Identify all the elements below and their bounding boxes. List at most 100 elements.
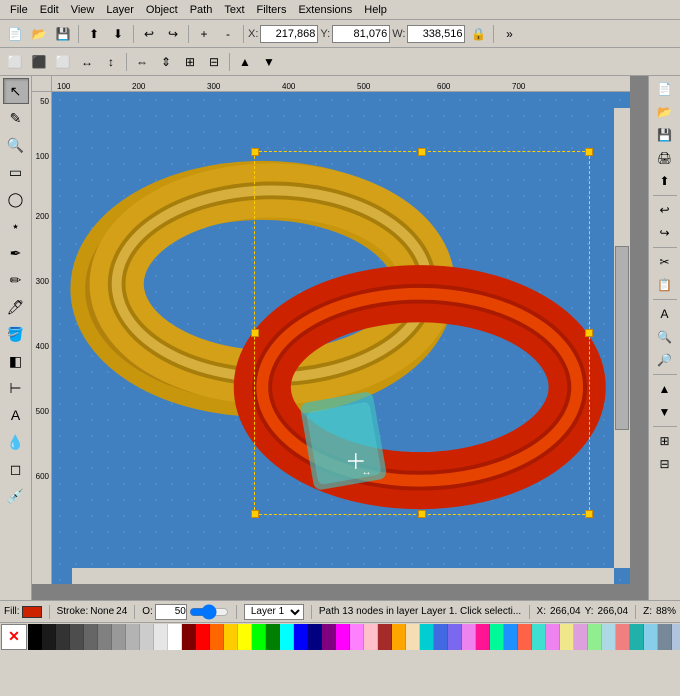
palette-color-cell[interactable]: [294, 624, 308, 650]
menu-view[interactable]: View: [65, 2, 101, 18]
menu-extensions[interactable]: Extensions: [292, 2, 358, 18]
palette-color-cell[interactable]: [84, 624, 98, 650]
ungroup-btn[interactable]: ⊟: [203, 51, 225, 73]
opacity-slider[interactable]: [189, 606, 229, 618]
lower-btn[interactable]: ▼: [258, 51, 280, 73]
pen-tool[interactable]: ✒: [3, 240, 29, 266]
palette-color-cell[interactable]: [490, 624, 504, 650]
group-btn[interactable]: ⊞: [179, 51, 201, 73]
palette-color-cell[interactable]: [420, 624, 434, 650]
palette-color-cell[interactable]: [518, 624, 532, 650]
zoom-out-button[interactable]: -: [217, 23, 239, 45]
panel-save[interactable]: 💾: [652, 124, 678, 146]
palette-color-cell[interactable]: [476, 624, 490, 650]
panel-open-file[interactable]: 📄: [652, 78, 678, 100]
panel-zoom-in[interactable]: 🔍: [652, 326, 678, 348]
fill-swatch[interactable]: [22, 606, 42, 618]
w-input[interactable]: [407, 25, 465, 43]
palette-color-cell[interactable]: [658, 624, 672, 650]
palette-color-cell[interactable]: [196, 624, 210, 650]
palette-color-cell[interactable]: [182, 624, 196, 650]
palette-color-cell[interactable]: [322, 624, 336, 650]
zoom-tool[interactable]: 🔍: [3, 132, 29, 158]
palette-color-cell[interactable]: [448, 624, 462, 650]
palette-color-cell[interactable]: [266, 624, 280, 650]
palette-color-cell[interactable]: [56, 624, 70, 650]
gradient-tool[interactable]: ◧: [3, 348, 29, 374]
export-button[interactable]: ⬇: [107, 23, 129, 45]
align-right-btn[interactable]: ⬜: [52, 51, 74, 73]
palette-color-cell[interactable]: [280, 624, 294, 650]
import-button[interactable]: ⬆: [83, 23, 105, 45]
menu-object[interactable]: Object: [140, 2, 184, 18]
panel-paste[interactable]: 📋: [652, 274, 678, 296]
palette-color-cell[interactable]: [238, 624, 252, 650]
flip-h-btn[interactable]: ↔: [76, 51, 98, 73]
palette-color-cell[interactable]: [364, 624, 378, 650]
bucket-tool[interactable]: 🪣: [3, 321, 29, 347]
circle-tool[interactable]: ◯: [3, 186, 29, 212]
palette-color-cell[interactable]: [602, 624, 616, 650]
palette-color-cell[interactable]: [308, 624, 322, 650]
dropper-tool[interactable]: 💉: [3, 483, 29, 509]
panel-print[interactable]: 🖨: [652, 147, 678, 169]
eraser-tool[interactable]: ◻: [3, 456, 29, 482]
raise-btn[interactable]: ▲: [234, 51, 256, 73]
pencil-tool[interactable]: ✏: [3, 267, 29, 293]
palette-color-cell[interactable]: [434, 624, 448, 650]
canvas-area[interactable]: 100 200 300 400 500 600 700 50 100 200 3…: [32, 76, 648, 600]
menu-help[interactable]: Help: [358, 2, 393, 18]
palette-color-cell[interactable]: [532, 624, 546, 650]
zoom-in-button[interactable]: +: [193, 23, 215, 45]
menu-filters[interactable]: Filters: [251, 2, 293, 18]
palette-color-cell[interactable]: [42, 624, 56, 650]
opacity-input[interactable]: [155, 604, 187, 620]
palette-color-cell[interactable]: [588, 624, 602, 650]
palette-color-cell[interactable]: [140, 624, 154, 650]
flip-v-btn[interactable]: ↕: [100, 51, 122, 73]
palette-color-cell[interactable]: [560, 624, 574, 650]
menu-file[interactable]: File: [4, 2, 34, 18]
text-tool[interactable]: A: [3, 402, 29, 428]
connector-tool[interactable]: ⊢: [3, 375, 29, 401]
menu-path[interactable]: Path: [184, 2, 219, 18]
dist-h-btn[interactable]: ⇔: [131, 51, 153, 73]
canvas[interactable]: ↔: [52, 92, 630, 584]
open-button[interactable]: 📂: [28, 23, 50, 45]
palette-color-cell[interactable]: [224, 624, 238, 650]
panel-export[interactable]: ⬆: [652, 170, 678, 192]
save-button[interactable]: 💾: [52, 23, 74, 45]
palette-color-cell[interactable]: [350, 624, 364, 650]
palette-color-cell[interactable]: [616, 624, 630, 650]
align-center-btn[interactable]: ⬛: [28, 51, 50, 73]
panel-lower[interactable]: ▼: [652, 401, 678, 423]
node-tool[interactable]: ✎: [3, 105, 29, 131]
palette-color-cell[interactable]: [504, 624, 518, 650]
palette-color-cell[interactable]: [406, 624, 420, 650]
panel-zoom-out[interactable]: 🔎: [652, 349, 678, 371]
layer-select[interactable]: Layer 1: [244, 604, 304, 620]
menu-text[interactable]: Text: [218, 2, 250, 18]
align-left-btn[interactable]: ⬜: [4, 51, 26, 73]
palette-color-cell[interactable]: [672, 624, 680, 650]
palette-color-cell[interactable]: [630, 624, 644, 650]
x-input[interactable]: [260, 25, 318, 43]
palette-color-cell[interactable]: [392, 624, 406, 650]
palette-color-cell[interactable]: [644, 624, 658, 650]
rect-tool[interactable]: ▭: [3, 159, 29, 185]
panel-raise[interactable]: ▲: [652, 378, 678, 400]
palette-color-cell[interactable]: [252, 624, 266, 650]
dist-v-btn[interactable]: ⇕: [155, 51, 177, 73]
palette-color-cell[interactable]: [210, 624, 224, 650]
palette-color-cell[interactable]: [28, 624, 42, 650]
palette-color-cell[interactable]: [112, 624, 126, 650]
palette-color-cell[interactable]: [126, 624, 140, 650]
vertical-scrollbar[interactable]: [614, 108, 630, 568]
palette-color-cell[interactable]: [70, 624, 84, 650]
undo-button[interactable]: ↩: [138, 23, 160, 45]
panel-open-folder[interactable]: 📂: [652, 101, 678, 123]
no-color-button[interactable]: ✕: [1, 624, 27, 650]
palette-color-cell[interactable]: [546, 624, 560, 650]
calligraphy-tool[interactable]: 🖊: [3, 294, 29, 320]
artwork-svg[interactable]: ↔: [52, 92, 630, 584]
